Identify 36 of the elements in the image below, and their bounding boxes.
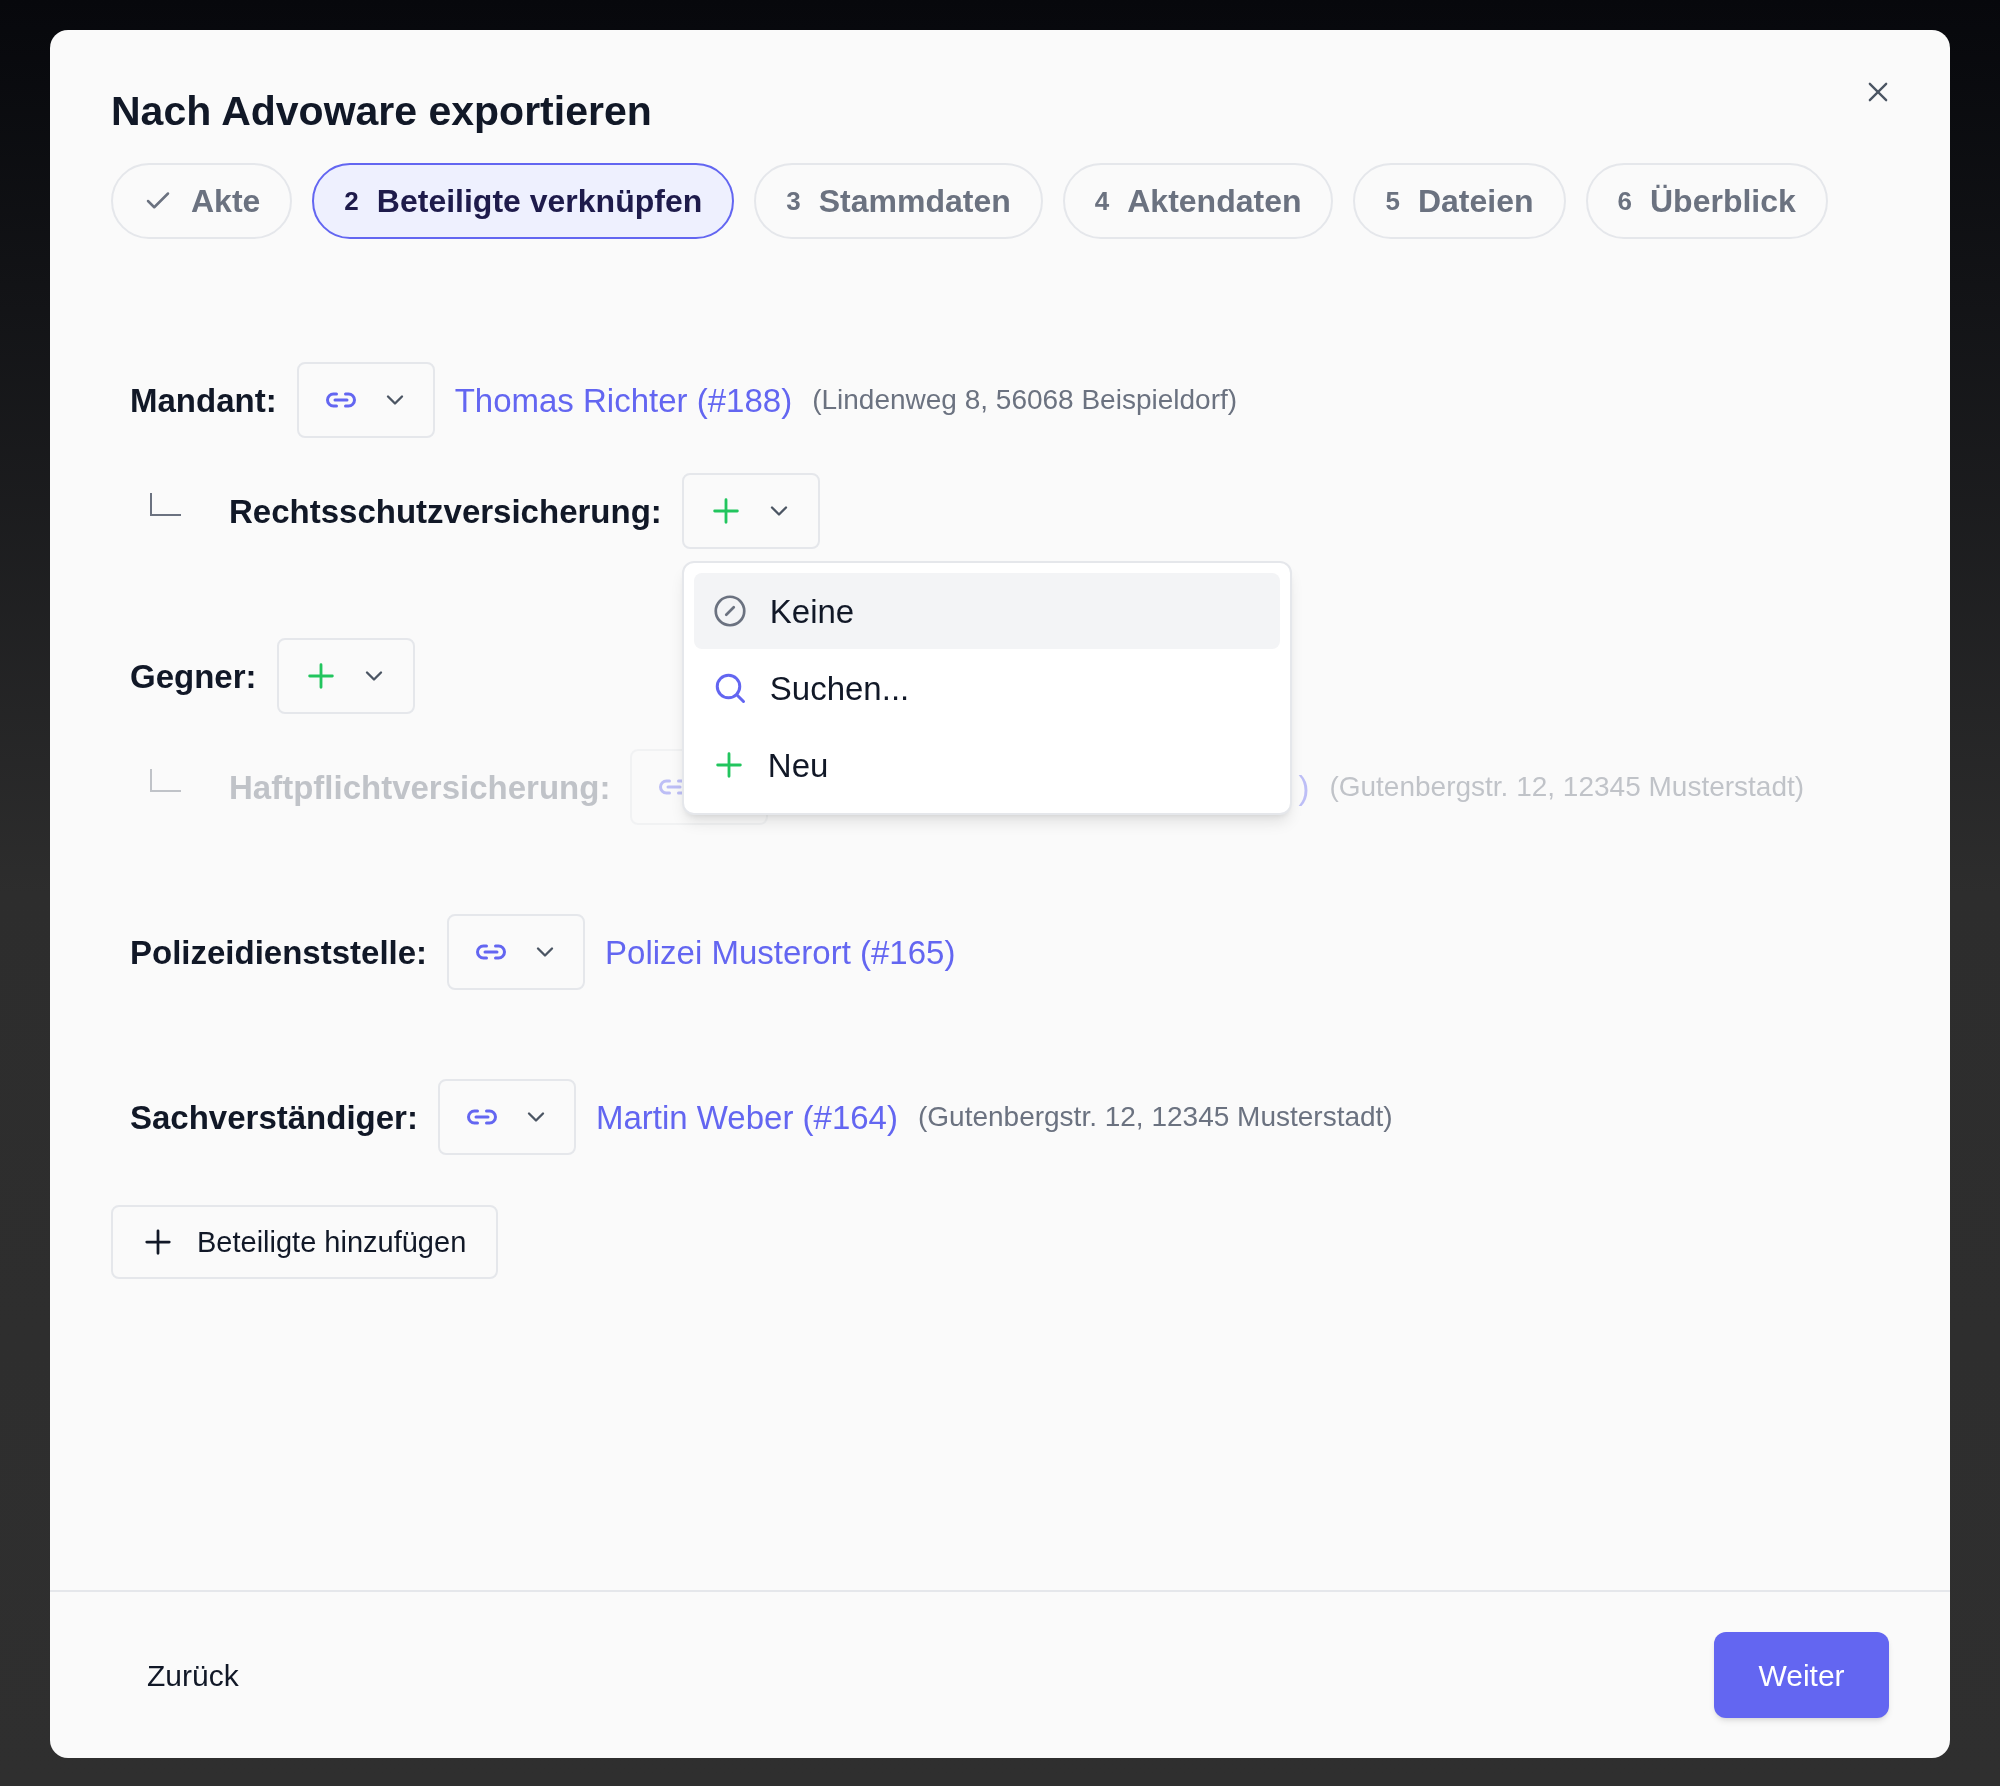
step-number: 5 (1385, 184, 1400, 218)
field-label: Rechtsschutzversicherung: (229, 491, 662, 532)
party-picker[interactable] (681, 473, 820, 550)
menu-item[interactable]: Keine (693, 573, 1280, 650)
step-tab[interactable]: 5 Dateien (1353, 163, 1566, 240)
back-button[interactable]: Zurück (111, 1636, 275, 1714)
step-tab[interactable]: 6 Überblick (1585, 163, 1828, 240)
step-tab[interactable]: 3 Stammdaten (754, 163, 1043, 240)
party-address: (Gutenbergstr. 12, 12345 Musterstadt) (917, 1100, 1393, 1135)
next-button[interactable]: Weiter (1714, 1632, 1889, 1718)
party-link[interactable]: Polizei Musterort (#165) (605, 927, 956, 977)
field-label: Gegner: (130, 656, 257, 697)
step-number: 3 (786, 184, 801, 218)
party-link[interactable]: Martin Weber (#164) (595, 1092, 898, 1142)
step-tab[interactable]: 4 Aktendaten (1062, 163, 1334, 240)
step-tab[interactable]: Akte (111, 163, 293, 240)
step-tab[interactable]: 2 Beteiligte verknüpfen (312, 163, 735, 240)
party-address: (Lindenweg 8, 56068 Beispieldorf) (812, 383, 1238, 418)
field-label: Mandant: (130, 380, 277, 421)
dialog-title: Nach Advoware exportieren (111, 87, 652, 136)
field-label: Polizeidienststelle: (130, 932, 428, 973)
party-address: (Gutenbergstr. 12, 12345 Musterstadt) (1329, 770, 1805, 805)
field-label: Sachverständiger: (130, 1097, 418, 1138)
add-party-button[interactable]: Beteiligte hinzufügen (111, 1205, 499, 1280)
step-number: 6 (1617, 184, 1632, 218)
step-number: 2 (344, 184, 359, 218)
party-picker[interactable] (437, 1079, 576, 1156)
party-link[interactable]: Thomas Richter (#188) (454, 375, 793, 425)
field-label: Haftpflichtversicherung: (229, 767, 611, 808)
party-picker[interactable] (447, 914, 586, 991)
party-picker[interactable] (276, 638, 415, 715)
slash-circle-icon (711, 593, 748, 630)
step-number: 4 (1094, 184, 1110, 218)
party-picker[interactable] (296, 362, 435, 439)
tree-branch-icon (149, 769, 181, 794)
tree-branch-icon (149, 493, 181, 518)
